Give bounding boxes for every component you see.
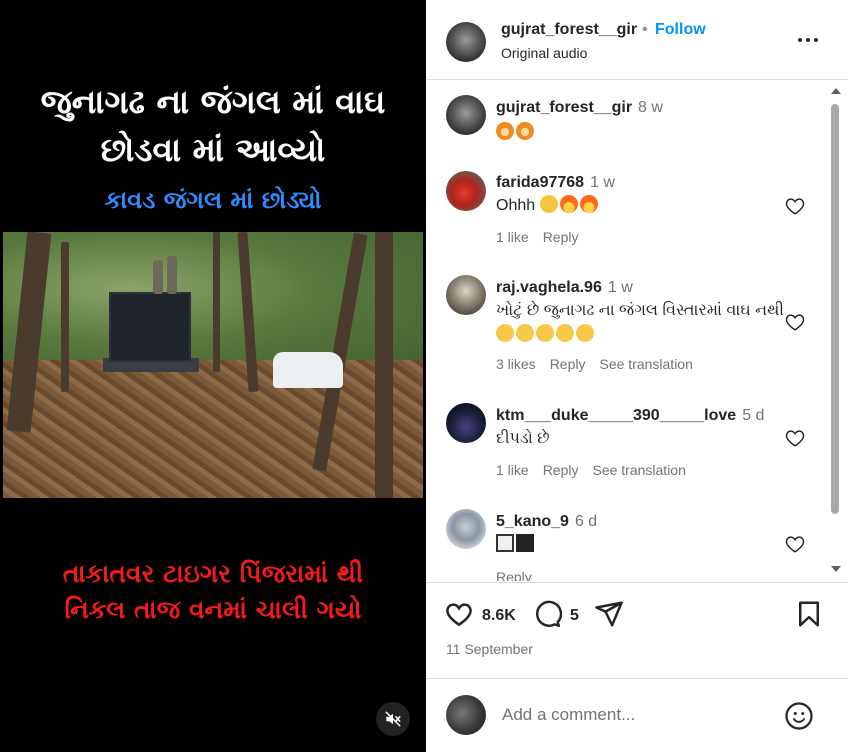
comment-meta: Reply	[496, 569, 546, 581]
like-count[interactable]: 8.6K	[482, 607, 516, 625]
original-audio-link[interactable]: Original audio	[501, 45, 587, 61]
tiger-face-icon	[516, 122, 534, 140]
video-headline-line2: છોડવા માં આવ્યો	[100, 130, 326, 169]
comment-count: 5	[570, 607, 579, 624]
comments-scrollbar[interactable]	[828, 86, 842, 578]
current-user-avatar	[446, 695, 486, 735]
post-actions-bar: 8.6K 5 11 September	[426, 582, 848, 678]
comment-reply-button[interactable]: Reply	[496, 569, 532, 581]
comment-reply-button[interactable]: Reply	[543, 229, 579, 245]
video-bottom-line2: નિકલ તાજ વનમાં ચાલી ગયો	[64, 595, 362, 624]
mute-button[interactable]	[376, 702, 410, 736]
laughing-face-icon	[576, 324, 594, 342]
tree-trunk	[213, 232, 220, 372]
comment-like-count[interactable]: 1 like	[496, 462, 529, 478]
forest-scene-image	[3, 232, 423, 498]
like-comment-heart-icon[interactable]	[784, 427, 806, 449]
comments-list: gujrat_forest__gir 8 w farida97768 1 w Ohh…	[426, 81, 848, 581]
video-bottom-line1: તાકાતવર ટાઇગર પિંજરામાં થી	[62, 559, 364, 588]
cage-truck	[109, 292, 191, 362]
follow-button[interactable]: Follow	[655, 21, 706, 39]
comment-text: Ohhh	[496, 194, 786, 218]
comment-meta: 1 like Reply	[496, 229, 592, 245]
reel-video[interactable]: જુનાગઢ ના જંગલ માં વાઘ છોડવા માં આવ્યો ક…	[0, 0, 426, 752]
scroll-down-arrow-icon[interactable]	[831, 566, 841, 572]
author-username[interactable]: gujrat_forest__gir	[501, 21, 637, 39]
comment-text: દીપડો છે	[496, 430, 550, 447]
comment-like-count[interactable]: 3 likes	[496, 356, 536, 372]
person-figure	[153, 260, 163, 294]
laughing-face-icon	[496, 324, 514, 342]
see-translation-button[interactable]: See translation	[599, 356, 692, 372]
clapping-hands-icon	[539, 195, 558, 213]
comment-time: 6 d	[574, 513, 598, 530]
like-comment-heart-icon[interactable]	[784, 311, 806, 333]
commenter-username[interactable]: farida97768 1 w	[496, 174, 615, 192]
fire-icon	[579, 195, 598, 213]
like-comment-heart-icon[interactable]	[784, 533, 806, 555]
commenter-avatar[interactable]	[446, 95, 486, 135]
more-dot	[814, 38, 818, 42]
comment-reply-button[interactable]: Reply	[550, 356, 586, 372]
scrollbar-thumb[interactable]	[831, 104, 839, 514]
post-date[interactable]: 11 September	[446, 641, 533, 657]
commenter-username[interactable]: gujrat_forest__gir 8 w	[496, 99, 663, 117]
post-header: gujrat_forest__gir • Follow Original aud…	[426, 0, 848, 80]
white-suv	[273, 352, 343, 388]
save-bookmark-icon[interactable]	[794, 599, 824, 629]
comment-time: 8 w	[638, 99, 663, 116]
like-comment-heart-icon[interactable]	[784, 195, 806, 217]
comment-text: ખોટું છે જુનાગઢ ના જંગલ વિસ્તારમાં વાઘ ન…	[496, 299, 786, 347]
comment-time: 1 w	[590, 174, 615, 191]
comment-text	[496, 121, 786, 145]
add-comment-bar	[426, 678, 848, 752]
comment-reply-button[interactable]: Reply	[543, 462, 579, 478]
video-headline-line1: જુનાગઢ ના જંગલ માં વાઘ	[40, 82, 386, 121]
comment-time: 5 d	[742, 407, 765, 424]
laughing-face-icon	[516, 324, 534, 342]
fire-icon	[559, 195, 578, 213]
share-paper-plane-icon[interactable]	[594, 599, 624, 629]
tiger-face-icon	[496, 122, 514, 140]
speaker-muted-icon	[385, 711, 401, 727]
tree-trunk	[375, 232, 393, 498]
emoji-smiley-icon[interactable]	[784, 701, 814, 731]
post-side-panel: gujrat_forest__gir • Follow Original aud…	[426, 0, 848, 752]
comment-time: 1 w	[607, 279, 633, 296]
comment-input[interactable]	[502, 701, 772, 729]
comment-text	[496, 533, 786, 557]
white-square-icon	[496, 534, 514, 552]
author-avatar[interactable]	[446, 22, 486, 62]
separator-dot: •	[642, 21, 648, 38]
commenter-username[interactable]: raj.vaghela.96 1 w	[496, 279, 633, 297]
see-translation-button[interactable]: See translation	[592, 462, 685, 478]
laughing-face-icon	[556, 324, 574, 342]
video-subheadline: કાવડ જંગલ માં છોડ્યો	[104, 186, 322, 214]
tree-trunk	[61, 242, 69, 392]
more-dot	[806, 38, 810, 42]
commenter-avatar[interactable]	[446, 275, 486, 315]
commenter-avatar[interactable]	[446, 403, 486, 443]
scroll-up-arrow-icon[interactable]	[831, 88, 841, 94]
comment-like-count[interactable]: 1 like	[496, 229, 529, 245]
comment-meta: 3 likes Reply See translation	[496, 356, 707, 372]
more-options-button[interactable]	[792, 28, 824, 52]
laughing-face-icon	[536, 324, 554, 342]
person-figure	[167, 256, 177, 294]
commenter-username[interactable]: 5_kano_9 6 d	[496, 513, 597, 531]
black-square-icon	[516, 534, 534, 552]
commenter-avatar[interactable]	[446, 509, 486, 549]
more-dot	[798, 38, 802, 42]
like-heart-icon[interactable]	[444, 599, 474, 629]
comment-bubble-icon[interactable]	[532, 599, 562, 629]
commenter-username[interactable]: ktm___duke_____390_____love 5 d	[496, 407, 764, 425]
comment-meta: 1 like Reply See translation	[496, 462, 700, 478]
commenter-avatar[interactable]	[446, 171, 486, 211]
